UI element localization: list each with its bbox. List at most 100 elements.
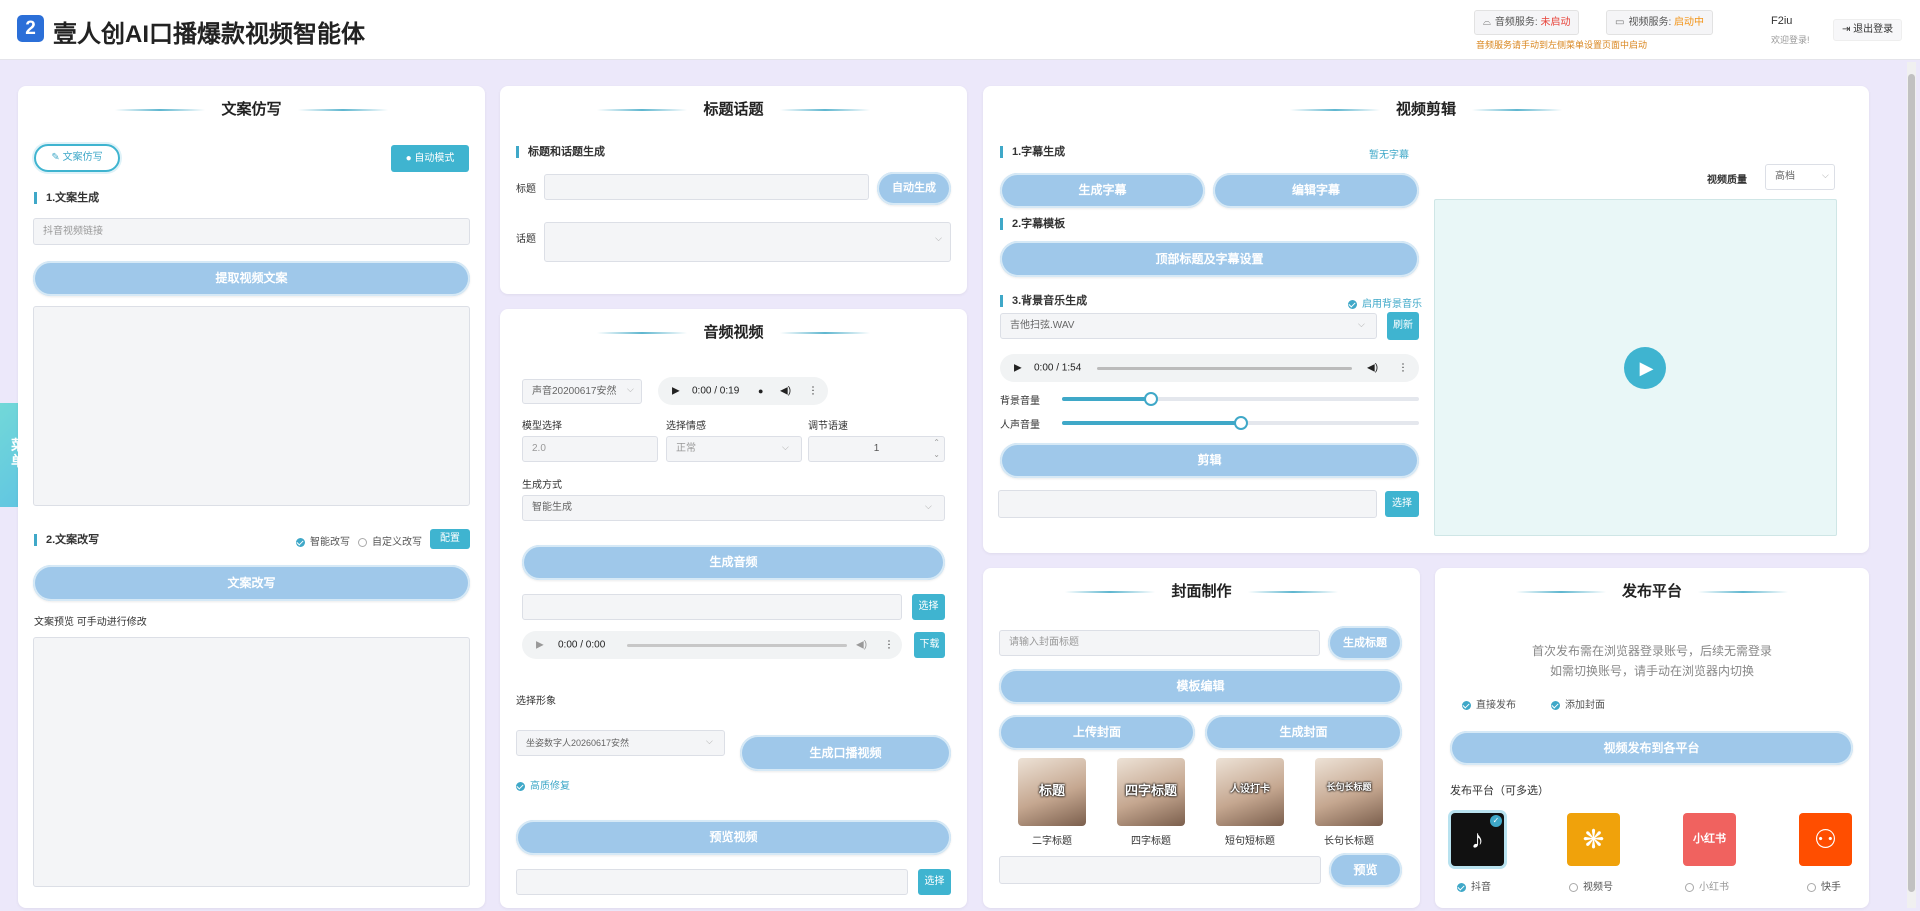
enable-bgm-checkbox[interactable]: 启用背景音乐 [1348,295,1422,310]
auto-generate-button[interactable]: 自动生成 [877,172,951,205]
logout-button[interactable]: ⇥ 退出登录 [1833,19,1903,41]
generated-audio-player[interactable]: ▶ 0:00 / 0:00 ◀) ⋮ [522,631,902,659]
bgm-audio-player[interactable]: ▶ 0:00 / 1:54 ◀) ⋮ [1000,354,1419,382]
platform-douyin[interactable]: ♪ ✓ [1451,813,1504,866]
progress-track[interactable] [627,644,847,647]
copy-preview-textarea[interactable] [33,637,470,887]
cover-thumbnail[interactable]: 人设打卡 [1216,758,1284,826]
more-options-icon[interactable]: ⋮ [808,386,818,397]
platform-kuaishou[interactable]: ⚇ [1799,813,1852,866]
avatar-select[interactable]: 坐姿数字人20260617安然 [516,730,725,756]
audio-path-input[interactable] [522,594,902,620]
slider-handle[interactable] [1233,416,1248,430]
preview-video-button[interactable]: 预览视频 [516,820,951,855]
preview-cover-button[interactable]: 预览 [1329,853,1402,887]
refresh-bgm-button[interactable]: 刷新 [1387,312,1419,340]
model-input[interactable]: 2.0 [522,436,658,462]
template-edit-button[interactable]: 模板编辑 [999,669,1402,704]
voice-volume-slider[interactable] [1062,416,1419,430]
auto-mode-toggle[interactable]: ● 自动模式 [391,145,469,172]
generate-title-button[interactable]: 生成标题 [1328,626,1402,660]
cut-button[interactable]: 剪辑 [1000,443,1419,478]
platform-shipinhao-checkbox[interactable]: 视频号 [1569,878,1613,893]
generate-audio-button[interactable]: 生成音频 [522,545,945,580]
progress-track[interactable] [1097,367,1352,370]
generate-talking-video-button[interactable]: 生成口播视频 [740,735,951,771]
upload-cover-button[interactable]: 上传封面 [999,715,1195,750]
emotion-label: 选择情感 [666,421,706,432]
cut-output-input[interactable] [998,490,1377,518]
hd-repair-checkbox[interactable]: 高质修复 [516,777,570,792]
page-scrollbar[interactable] [1907,62,1916,908]
play-icon[interactable]: ▶ [672,386,680,397]
select-audio-button[interactable]: 选择 [912,594,945,620]
chevron-down-icon: ⌵ [706,736,713,746]
volume-icon[interactable]: ◀) [780,386,791,397]
speed-stepper[interactable]: 1 ⌃ ⌄ [808,436,945,462]
cover-thumbnail[interactable]: 长句长标题 [1315,758,1383,826]
xiaohongshu-icon: 小红书 [1693,833,1726,845]
avatar-label: 选择形象 [516,696,556,707]
topic-label: 话题 [516,234,536,245]
cover-path-input[interactable] [999,856,1321,884]
selected-check-icon: ✓ [1490,815,1502,827]
shipinhao-icon: ❋ [1582,824,1605,854]
top-header: 2 壹人创AI口播爆款视频智能体 ⌓ 音频服务: 未启动 ▭ 视频服务: 启动中 音… [0,0,1920,60]
speed-label: 调节语速 [808,421,848,432]
play-icon[interactable]: ▶ [536,640,544,651]
check-icon [1551,700,1560,710]
cover-panel: 封面制作 请输入封面标题 生成标题 模板编辑 上传封面 生成封面 标题 二字标题… [983,568,1420,908]
smart-rewrite-radio[interactable]: 智能改写 [296,533,350,548]
topic-select[interactable]: ⌵ [544,222,951,262]
tab-copywriting[interactable]: ✎ 文案仿写 [34,144,120,172]
extract-copy-button[interactable]: 提取视频文案 [33,261,470,296]
video-path-input[interactable] [516,869,908,895]
select-video-button[interactable]: 选择 [918,869,951,895]
voice-audio-player[interactable]: ▶ 0:00 / 0:19 ● ◀) ⋮ [658,377,828,405]
play-icon[interactable]: ▶ [1014,363,1022,374]
extracted-copy-textarea[interactable] [33,306,470,506]
section-copy-generate: 1.文案生成 [34,192,99,204]
slider-handle[interactable] [1144,392,1159,406]
download-button[interactable]: 下载 [914,632,945,658]
platform-douyin-checkbox[interactable]: 抖音 [1457,878,1491,893]
volume-icon[interactable]: ◀) [856,640,867,651]
video-link-input[interactable]: 抖音视频链接 [33,218,470,245]
play-video-icon[interactable]: ▶ [1624,347,1666,389]
cover-thumbnail[interactable]: 标题 [1018,758,1086,826]
voice-select[interactable]: 声音20200617安然 [522,379,642,404]
platform-xiaohongshu-checkbox[interactable]: 小红书 [1685,878,1729,893]
scrollbar-thumb[interactable] [1908,74,1915,892]
config-button[interactable]: 配置 [430,529,470,549]
section-subtitle-template: 2.字幕模板 [1000,218,1065,230]
rewrite-button[interactable]: 文案改写 [33,565,470,601]
bg-volume-slider[interactable] [1062,392,1419,406]
custom-rewrite-radio[interactable]: 自定义改写 [358,533,422,548]
more-options-icon[interactable]: ⋮ [1398,363,1408,374]
cover-thumbnail[interactable]: 四字标题 [1117,758,1185,826]
cover-title-input[interactable]: 请输入封面标题 [999,630,1320,656]
video-preview-area[interactable]: ▶ [1434,199,1837,536]
platform-xiaohongshu[interactable]: 小红书 [1683,813,1736,866]
radio-icon [1569,882,1578,892]
stepper-arrows-icon[interactable]: ⌃ ⌄ [933,437,940,461]
add-cover-checkbox[interactable]: 添加封面 [1551,696,1605,711]
check-icon [516,781,525,791]
direct-publish-checkbox[interactable]: 直接发布 [1462,696,1516,711]
publish-title: 发布平台 [1435,580,1869,601]
platform-shipinhao[interactable]: ❋ [1567,813,1620,866]
title-input[interactable] [544,174,869,200]
mode-select[interactable]: 智能生成 [522,495,945,521]
bgm-select[interactable]: 吉他扫弦.WAV [1000,313,1377,339]
chevron-down-icon: ⌵ [627,384,634,394]
generate-cover-button[interactable]: 生成封面 [1205,715,1402,750]
platform-kuaishou-checkbox[interactable]: 快手 [1807,878,1841,893]
check-icon [1462,700,1471,710]
more-options-icon[interactable]: ⋮ [884,640,894,651]
select-cut-button[interactable]: 选择 [1385,491,1419,517]
publish-to-platforms-button[interactable]: 视频发布到各平台 [1450,731,1853,765]
generate-subtitle-button[interactable]: 生成字幕 [1000,173,1205,208]
title-subtitle-settings-button[interactable]: 顶部标题及字幕设置 [1000,241,1419,277]
edit-subtitle-button[interactable]: 编辑字幕 [1213,173,1419,208]
volume-icon[interactable]: ◀) [1367,363,1378,374]
